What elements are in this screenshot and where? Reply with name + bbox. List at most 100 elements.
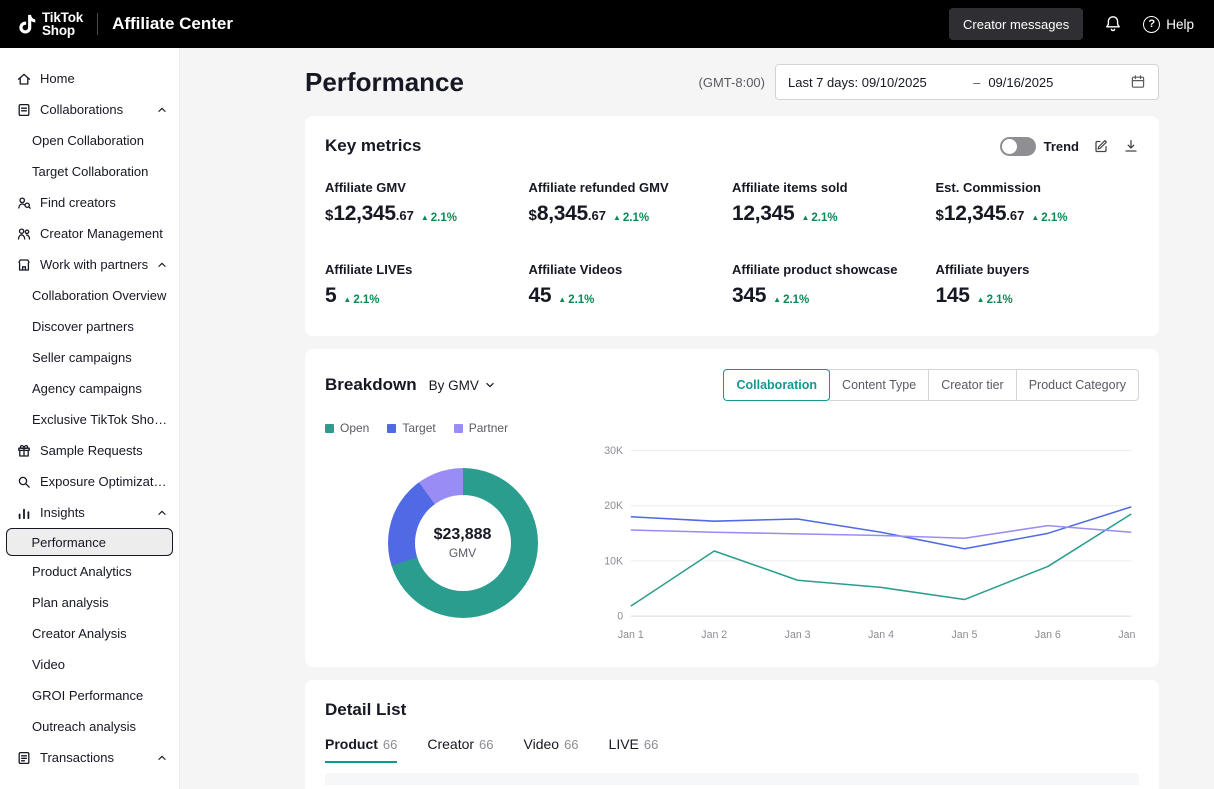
trend-up-icon: ▲	[1031, 214, 1039, 222]
trend-up-icon: ▲	[558, 296, 566, 304]
metric-value-decimals: .67	[1006, 208, 1024, 223]
trend-up-icon: ▲	[613, 214, 621, 222]
sidebar-item-label: Insights	[40, 505, 155, 520]
metric-change-value: 2.1%	[431, 212, 457, 224]
sidebar-item-label: Seller campaigns	[32, 350, 169, 365]
insights-icon	[16, 505, 32, 521]
sidebar-item-collaboration-overview[interactable]: Collaboration Overview	[0, 280, 179, 311]
metric-value-main: 345	[732, 284, 766, 308]
sidebar-item-video[interactable]: Video	[0, 649, 179, 680]
legend-item-target: Target	[387, 421, 435, 435]
sidebar-item-insights[interactable]: Insights	[0, 497, 179, 528]
breakdown-tab-creator-tier[interactable]: Creator tier	[928, 369, 1017, 401]
sidebar-item-outreach-analysis[interactable]: Outreach analysis	[0, 711, 179, 742]
detail-tab-label: Creator	[427, 736, 474, 752]
detail-tab-count: 66	[383, 737, 397, 752]
sidebar-item-plan-analysis[interactable]: Plan analysis	[0, 587, 179, 618]
sidebar-item-home[interactable]: Home	[0, 63, 179, 94]
sidebar-item-label: Target Collaboration	[32, 164, 169, 179]
breakdown-tab-product-category[interactable]: Product Category	[1016, 369, 1139, 401]
x-axis-tick: Jan 7	[1118, 629, 1139, 641]
sidebar-item-open-collaboration[interactable]: Open Collaboration	[0, 125, 179, 156]
sidebar-item-creator-management[interactable]: Creator Management	[0, 218, 179, 249]
detail-tab-live[interactable]: LIVE66	[609, 736, 659, 763]
edit-icon[interactable]	[1093, 138, 1109, 154]
breakdown-card: Breakdown By GMV CollaborationContent Ty…	[305, 349, 1159, 667]
sidebar-item-exposure-optimization[interactable]: Exposure Optimization	[0, 466, 179, 497]
sidebar-item-exclusive-tiktok-shop[interactable]: Exclusive TikTok Shop ...	[0, 404, 179, 435]
metric-value: 12,345 ▲2.1%	[732, 202, 936, 226]
sidebar-item-find-creators[interactable]: Find creators	[0, 187, 179, 218]
sidebar-item-target-collaboration[interactable]: Target Collaboration	[0, 156, 179, 187]
sidebar-item-seller-campaigns[interactable]: Seller campaigns	[0, 342, 179, 373]
metric-value-main: 5	[325, 284, 336, 308]
metric-change-value: 2.1%	[623, 212, 649, 224]
page-layout: HomeCollaborationsOpen CollaborationTarg…	[0, 48, 1214, 789]
tiktok-shop-logo[interactable]: TikTok Shop	[14, 11, 83, 37]
notification-bell-icon[interactable]	[1103, 14, 1123, 34]
sidebar-item-collaborations[interactable]: Collaborations	[0, 94, 179, 125]
topbar-actions: Creator messages ? Help	[949, 8, 1194, 40]
key-metrics-header: Key metrics Trend	[325, 136, 1139, 156]
trend-up-icon: ▲	[421, 214, 429, 222]
sidebar-item-sample-requests[interactable]: Sample Requests	[0, 435, 179, 466]
tiktok-note-icon	[14, 13, 37, 36]
sidebar-item-performance[interactable]: Performance	[6, 528, 173, 556]
creator-messages-button[interactable]: Creator messages	[949, 8, 1083, 40]
sidebar-item-label: Collaboration Overview	[32, 288, 169, 303]
y-axis-tick: 0	[617, 610, 623, 622]
collaborations-icon	[16, 102, 32, 118]
x-axis-tick: Jan 5	[952, 629, 978, 641]
metric-change: ▲2.1%	[1031, 212, 1067, 224]
metric-change: ▲2.1%	[558, 294, 594, 306]
breakdown-tab-content-type[interactable]: Content Type	[829, 369, 929, 401]
metric-change-value: 2.1%	[1041, 212, 1067, 224]
metric-value-main: 8,345	[537, 202, 588, 226]
metric-change: ▲2.1%	[801, 212, 837, 224]
help-button[interactable]: ? Help	[1143, 16, 1194, 33]
metric-value-main: 45	[529, 284, 552, 308]
sidebar-item-label: Creator Management	[40, 226, 169, 241]
sidebar-item-transactions[interactable]: Transactions	[0, 742, 179, 773]
legend-item-open: Open	[325, 421, 369, 435]
sidebar-item-groi-performance[interactable]: GROI Performance	[0, 680, 179, 711]
date-range-start: Last 7 days: 09/10/2025	[788, 75, 965, 90]
app-title: Affiliate Center	[112, 14, 233, 34]
sidebar-item-work-with-partners[interactable]: Work with partners	[0, 249, 179, 280]
metric-label: Affiliate product showcase	[732, 262, 936, 277]
metric-label: Affiliate items sold	[732, 180, 936, 195]
metric-change-value: 2.1%	[987, 294, 1013, 306]
detail-tab-creator[interactable]: Creator66	[427, 736, 493, 763]
breakdown-charts: $23,888 GMV 010K20K30KJan 1Jan 2Jan 3Jan…	[325, 439, 1139, 647]
metric-change-value: 2.1%	[783, 294, 809, 306]
logo-divider	[97, 13, 98, 35]
sidebar-item-discover-partners[interactable]: Discover partners	[0, 311, 179, 342]
metric-change: ▲2.1%	[421, 212, 457, 224]
sidebar-item-agency-campaigns[interactable]: Agency campaigns	[0, 373, 179, 404]
page-header: Performance (GMT-8:00) Last 7 days: 09/1…	[305, 64, 1159, 100]
detail-tab-product[interactable]: Product66	[325, 736, 397, 763]
date-range-picker[interactable]: Last 7 days: 09/10/2025 – 09/16/2025	[775, 64, 1159, 100]
download-icon[interactable]	[1123, 138, 1139, 154]
trend-up-icon: ▲	[801, 214, 809, 222]
breakdown-by-select[interactable]: By GMV	[429, 378, 497, 393]
line-chart-wrap: 010K20K30KJan 1Jan 2Jan 3Jan 4Jan 5Jan 6…	[600, 439, 1139, 647]
detail-tab-video[interactable]: Video66	[524, 736, 579, 763]
sidebar-item-product-analytics[interactable]: Product Analytics	[0, 556, 179, 587]
metric-change: ▲2.1%	[977, 294, 1013, 306]
trend-toggle[interactable]	[1000, 137, 1036, 156]
metric-value-main: 12,345	[732, 202, 794, 226]
sidebar-item-label: Discover partners	[32, 319, 169, 334]
date-range-end: 09/16/2025	[988, 75, 1130, 90]
sidebar-item-label: Exclusive TikTok Shop ...	[32, 412, 169, 427]
sidebar-item-label: Product Analytics	[32, 564, 169, 579]
metric-label: Affiliate Videos	[529, 262, 733, 277]
sidebar-item-label: Performance	[32, 535, 163, 550]
breakdown-tab-collaboration[interactable]: Collaboration	[723, 369, 830, 401]
metric-value-decimals: .67	[588, 208, 606, 223]
help-icon: ?	[1143, 16, 1160, 33]
metric-value: 5▲2.1%	[325, 284, 529, 308]
sidebar-item-label: Find creators	[40, 195, 169, 210]
sidebar-item-creator-analysis[interactable]: Creator Analysis	[0, 618, 179, 649]
sidebar-item-label: Outreach analysis	[32, 719, 169, 734]
